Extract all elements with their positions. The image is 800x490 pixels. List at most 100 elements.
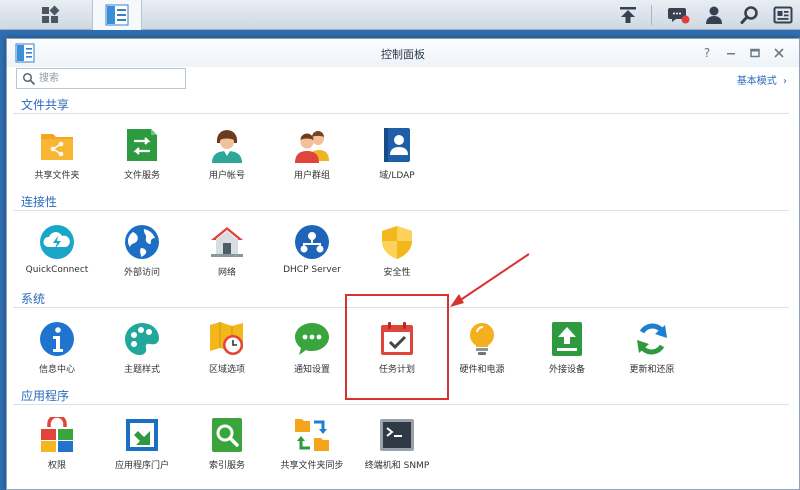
privileges-icon <box>41 417 73 452</box>
search-icon <box>740 6 758 24</box>
item-regional-options[interactable]: 区域选项 <box>185 321 269 391</box>
search-input[interactable] <box>39 70 179 87</box>
item-label: 主题样式 <box>123 365 160 375</box>
shared-folder-icon <box>41 134 73 160</box>
basic-mode-label: 基本模式 <box>736 76 777 87</box>
item-label: 外接设备 <box>548 365 585 375</box>
upload-icon <box>620 7 636 23</box>
divider <box>13 404 789 405</box>
control-panel-icon <box>105 4 129 26</box>
info-center-icon <box>40 322 74 356</box>
taskbar <box>0 0 800 30</box>
widgets-icon <box>773 6 793 24</box>
item-label: 索引服务 <box>208 461 245 471</box>
section-title-system: 系统 <box>21 292 46 306</box>
maximize-button[interactable] <box>747 45 763 61</box>
item-group[interactable]: 用户群组 <box>270 127 354 197</box>
item-application-portal[interactable]: 应用程序门户 <box>100 417 184 487</box>
main-menu-button[interactable] <box>24 0 76 30</box>
item-quickconnect[interactable]: QuickConnect <box>15 224 99 294</box>
control-panel-taskbar-button[interactable] <box>92 0 142 30</box>
item-label: 终端机和 SNMP <box>364 461 430 471</box>
item-network[interactable]: 网络 <box>185 224 269 294</box>
file-services-icon <box>127 129 157 161</box>
hardware-power-icon <box>470 323 494 355</box>
window-titlebar[interactable]: 控制面板 ? <box>7 39 799 67</box>
user-menu-button[interactable] <box>697 0 731 30</box>
update-restore-icon <box>637 323 667 355</box>
external-access-icon <box>125 225 159 259</box>
item-label: 外部访问 <box>123 268 160 278</box>
item-privileges[interactable]: 权限 <box>15 417 99 487</box>
item-label: QuickConnect <box>25 265 89 275</box>
security-icon <box>382 226 412 259</box>
minimize-button[interactable] <box>723 45 739 61</box>
help-button[interactable]: ? <box>699 45 715 61</box>
divider <box>13 210 789 211</box>
theme-icon <box>125 323 159 355</box>
item-label: 用户帐号 <box>208 171 245 181</box>
close-icon <box>774 48 784 58</box>
domain-ldap-icon <box>384 128 410 162</box>
upload-button[interactable] <box>611 0 645 30</box>
item-domain-ldap[interactable]: 域/LDAP <box>355 127 439 197</box>
item-external-devices[interactable]: 外接设备 <box>525 321 609 391</box>
item-label: 信息中心 <box>38 365 75 375</box>
close-button[interactable] <box>771 45 787 61</box>
item-theme[interactable]: 主题样式 <box>100 321 184 391</box>
item-label: 共享文件夹同步 <box>280 461 344 471</box>
person-icon <box>706 6 722 24</box>
basic-mode-link[interactable]: 基本模式 › <box>737 72 787 87</box>
item-label: 权限 <box>47 461 66 471</box>
regional-options-icon <box>210 322 243 355</box>
grid-icon <box>42 5 60 23</box>
item-label: 域/LDAP <box>379 171 415 181</box>
item-user[interactable]: 用户帐号 <box>185 127 269 197</box>
notification-icon <box>295 323 329 355</box>
search-button[interactable] <box>732 0 766 30</box>
messages-button[interactable] <box>662 0 696 30</box>
item-terminal-snmp[interactable]: 终端机和 SNMP <box>355 417 439 487</box>
chevron-right-icon: › <box>783 76 787 87</box>
divider <box>13 113 789 114</box>
widgets-button[interactable] <box>766 0 800 30</box>
item-shared-folder[interactable]: 共享文件夹 <box>15 127 99 197</box>
application-portal-icon <box>126 419 158 451</box>
item-label: 安全性 <box>383 268 411 278</box>
item-notification[interactable]: 通知设置 <box>270 321 354 391</box>
item-label: 更新和还原 <box>629 365 675 375</box>
item-label: DHCP Server <box>283 265 341 275</box>
search-icon <box>22 72 36 86</box>
quickconnect-icon <box>40 225 74 259</box>
chat-notification-icon <box>668 8 690 24</box>
item-security[interactable]: 安全性 <box>355 224 439 294</box>
section-title-file-sharing: 文件共享 <box>21 98 70 112</box>
divider <box>651 5 652 25</box>
item-indexing-service[interactable]: 索引服务 <box>185 417 269 487</box>
item-file-services[interactable]: 文件服务 <box>100 127 184 197</box>
item-external-access[interactable]: 外部访问 <box>100 224 184 294</box>
window-title: 控制面板 <box>381 48 425 61</box>
user-icon <box>212 130 242 163</box>
item-label: 应用程序门户 <box>114 461 169 471</box>
item-label: 用户群组 <box>293 171 330 181</box>
group-icon <box>295 131 329 163</box>
item-info-center[interactable]: 信息中心 <box>15 321 99 391</box>
item-label: 文件服务 <box>123 171 160 181</box>
external-devices-icon <box>552 322 582 356</box>
item-label: 共享文件夹 <box>34 171 80 181</box>
maximize-icon <box>750 48 760 58</box>
terminal-snmp-icon <box>380 419 414 451</box>
item-label: 区域选项 <box>208 365 245 375</box>
item-label: 网络 <box>217 268 236 278</box>
item-update-restore[interactable]: 更新和还原 <box>610 321 694 391</box>
section-title-connectivity: 连接性 <box>21 195 58 209</box>
item-hardware-power[interactable]: 硬件和电源 <box>440 321 524 391</box>
item-label: 通知设置 <box>293 365 330 375</box>
item-dhcp-server[interactable]: DHCP Server <box>270 224 354 294</box>
annotation-highlight-box <box>345 294 449 400</box>
indexing-service-icon <box>212 418 242 452</box>
item-shared-folder-sync[interactable]: 共享文件夹同步 <box>270 417 354 487</box>
section-title-applications: 应用程序 <box>21 389 70 403</box>
search-field[interactable] <box>16 68 186 89</box>
